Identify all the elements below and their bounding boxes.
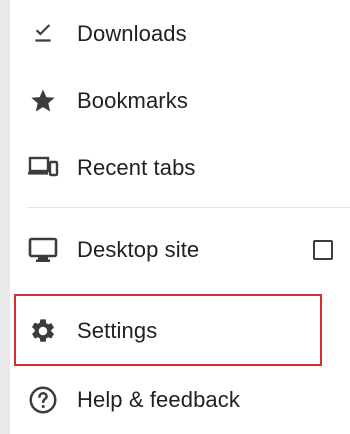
menu-item-label: Settings	[77, 317, 158, 343]
monitor-icon	[27, 234, 59, 266]
menu-item-help-feedback[interactable]: Help & feedback	[10, 366, 350, 433]
background-page-edge	[0, 0, 10, 434]
menu-item-label: Help & feedback	[77, 386, 240, 412]
menu-item-label: Recent tabs	[77, 154, 196, 180]
menu-item-downloads[interactable]: Downloads	[10, 0, 350, 67]
menu-divider	[27, 207, 350, 208]
devices-icon	[27, 152, 59, 184]
gear-icon	[27, 315, 59, 347]
menu-item-recent-tabs[interactable]: Recent tabs	[10, 134, 350, 201]
menu-item-label: Bookmarks	[77, 87, 188, 113]
menu-item-desktop-site[interactable]: Desktop site	[10, 216, 350, 283]
menu-item-settings[interactable]: Settings	[10, 297, 350, 364]
overflow-menu: Downloads Bookmarks Recent tabs Desktop …	[10, 0, 350, 434]
desktop-site-checkbox[interactable]	[313, 239, 333, 260]
help-circle-icon	[27, 384, 59, 416]
menu-item-bookmarks[interactable]: Bookmarks	[10, 67, 350, 134]
download-done-icon	[27, 18, 59, 50]
star-icon	[27, 85, 59, 117]
menu-item-label: Downloads	[77, 20, 187, 46]
menu-item-label: Desktop site	[77, 236, 200, 262]
